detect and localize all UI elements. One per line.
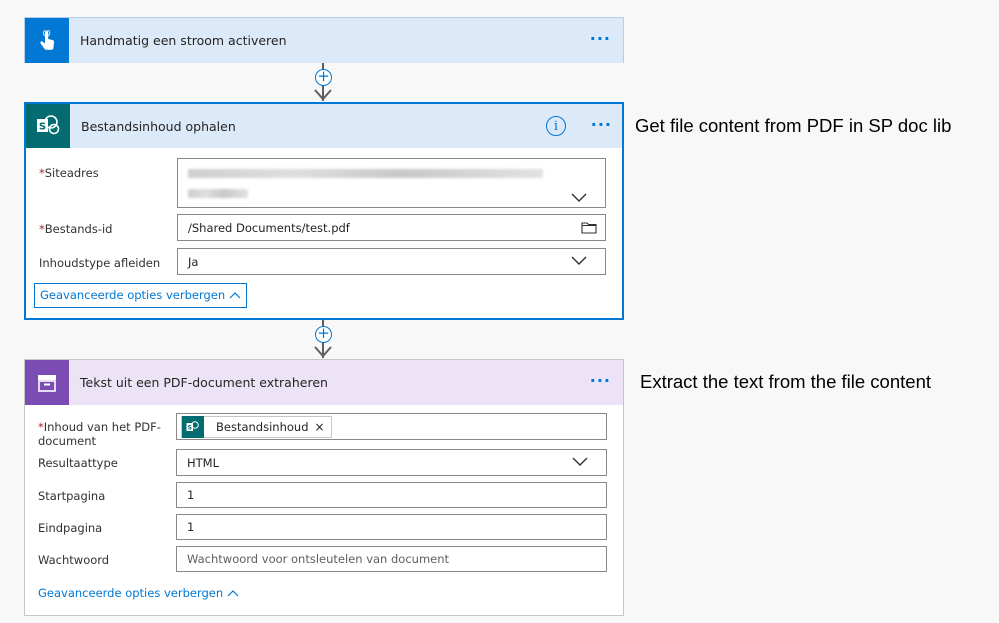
arrow-down-icon-1: [314, 89, 332, 101]
hand-touch-icon: [40, 29, 55, 50]
extract-pdf-text-card[interactable]: Tekst uit een PDF-document extraheren ··…: [24, 359, 624, 616]
chevron-down-icon[interactable]: [572, 457, 588, 467]
get-file-content-more-button[interactable]: ···: [591, 115, 612, 134]
result-type-label: Resultaattype: [38, 456, 118, 470]
content-type-dropdown[interactable]: Ja: [177, 248, 606, 275]
chevron-down-icon[interactable]: [571, 256, 587, 266]
result-type-dropdown[interactable]: HTML: [176, 449, 607, 476]
hide-advanced-options-button-2[interactable]: Geavanceerde opties verbergen: [38, 586, 239, 600]
extract-pdf-text-title: Tekst uit een PDF-document extraheren: [80, 375, 328, 390]
file-id-value: /Shared Documents/test.pdf: [188, 220, 350, 235]
site-address-label: *Siteadres: [39, 166, 99, 180]
folder-icon[interactable]: [581, 221, 597, 234]
start-page-input[interactable]: 1: [176, 482, 607, 508]
pdf-content-input[interactable]: S Bestandsinhoud ×: [176, 413, 607, 440]
svg-text:S: S: [39, 122, 46, 133]
site-address-value-redacted-2: [188, 189, 248, 198]
info-icon[interactable]: i: [546, 116, 566, 136]
site-address-dropdown[interactable]: [177, 158, 606, 208]
sharepoint-icon: S: [37, 115, 60, 135]
chevron-down-icon[interactable]: [571, 193, 587, 203]
hide-advanced-options-button[interactable]: Geavanceerde opties verbergen: [34, 283, 248, 308]
annotation-extract-text: Extract the text from the file content: [640, 371, 931, 392]
end-page-input[interactable]: 1: [176, 514, 607, 540]
sharepoint-icon: S: [182, 415, 204, 438]
pdf-content-label: *Inhoud van het PDF- document: [38, 420, 161, 448]
svg-text:S: S: [188, 424, 192, 431]
get-file-content-card[interactable]: S Bestandsinhoud ophalen i ··· *Siteadre…: [24, 102, 624, 320]
extract-pdf-text-more-button[interactable]: ···: [590, 371, 611, 390]
password-label: Wachtwoord: [38, 553, 110, 567]
end-page-value: 1: [187, 520, 195, 534]
trigger-card[interactable]: Handmatig een stroom activeren ···: [24, 17, 624, 63]
result-type-value: HTML: [187, 455, 220, 470]
file-id-input[interactable]: /Shared Documents/test.pdf: [177, 214, 606, 241]
add-step-button-1[interactable]: +: [315, 69, 332, 86]
password-input[interactable]: Wachtwoord voor ontsleutelen van documen…: [176, 546, 607, 572]
annotation-get-file-content: Get file content from PDF in SP doc lib: [635, 115, 952, 136]
file-id-label: *Bestands-id: [39, 222, 113, 236]
trigger-icon-box: [25, 18, 69, 63]
trigger-title: Handmatig een stroom activeren: [80, 33, 287, 48]
content-type-value: Ja: [188, 254, 199, 269]
archive-box-icon: [38, 374, 56, 392]
add-step-button-2[interactable]: +: [315, 326, 332, 343]
remove-token-icon[interactable]: ×: [315, 420, 331, 434]
password-placeholder: Wachtwoord voor ontsleutelen van documen…: [187, 552, 450, 566]
start-page-value: 1: [187, 488, 195, 502]
trigger-more-button[interactable]: ···: [590, 29, 611, 48]
get-file-content-title: Bestandsinhoud ophalen: [81, 118, 236, 134]
extract-pdf-text-header[interactable]: Tekst uit een PDF-document extraheren ··…: [25, 360, 623, 405]
get-file-content-header[interactable]: S Bestandsinhoud ophalen i ···: [26, 104, 622, 148]
trigger-header[interactable]: Handmatig een stroom activeren ···: [25, 18, 623, 63]
end-page-label: Eindpagina: [38, 521, 103, 535]
start-page-label: Startpagina: [38, 489, 106, 503]
site-address-value-redacted: [188, 169, 543, 178]
file-content-token[interactable]: S Bestandsinhoud ×: [181, 415, 332, 438]
chevron-up-icon: [229, 292, 241, 299]
file-content-token-label: Bestandsinhoud: [216, 419, 309, 434]
extract-icon-box: [25, 360, 69, 405]
arrow-down-icon-2: [314, 346, 332, 358]
content-type-label: Inhoudstype afleiden: [39, 256, 161, 270]
sharepoint-icon-box: S: [26, 104, 70, 148]
chevron-up-icon: [227, 590, 239, 597]
